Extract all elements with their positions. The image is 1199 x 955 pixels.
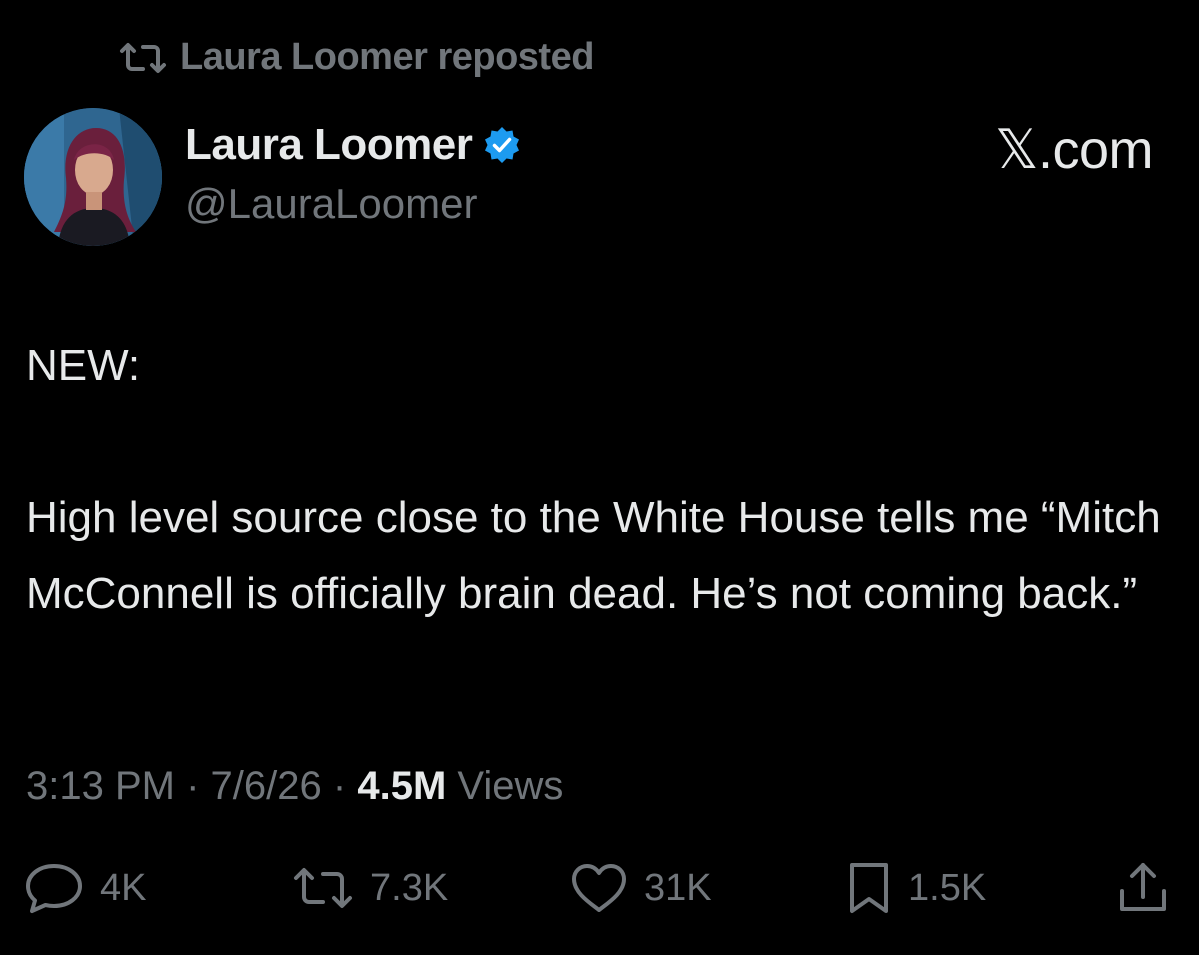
repost-icon [292, 866, 354, 910]
tweet-date[interactable]: 7/6/26 [211, 764, 322, 808]
meta-separator: · [186, 764, 200, 808]
tweet-time[interactable]: 3:13 PM [26, 764, 175, 808]
author-name-row[interactable]: Laura Loomer [185, 120, 522, 170]
views-count: 4.5M [357, 764, 447, 808]
reply-button[interactable]: 4K [24, 858, 146, 918]
reply-icon [24, 862, 84, 914]
tweet-text: NEW: High level source close to the Whit… [26, 328, 1176, 632]
avatar[interactable] [24, 108, 162, 246]
tweet-paragraph: High level source close to the White Hou… [26, 493, 1173, 618]
tweet-paragraph: NEW: [26, 341, 141, 390]
repost-header[interactable]: Laura Loomer reposted [118, 36, 594, 79]
repost-icon [118, 41, 168, 75]
repost-button[interactable]: 7.3K [292, 858, 448, 918]
heart-icon [570, 862, 628, 914]
share-icon [1116, 861, 1170, 915]
bookmark-button[interactable]: 1.5K [846, 858, 986, 918]
like-button[interactable]: 31K [570, 858, 712, 918]
author-handle[interactable]: @LauraLoomer [185, 180, 477, 228]
views-label: Views [457, 764, 564, 808]
tweet-meta: 3:13 PM · 7/6/26 · 4.5M Views [26, 764, 563, 809]
share-button[interactable] [1116, 858, 1170, 918]
reply-count: 4K [100, 866, 147, 909]
repost-label: Laura Loomer reposted [180, 36, 594, 78]
source-logo: 𝕏.com [994, 120, 1154, 180]
repost-count: 7.3K [370, 866, 449, 909]
bookmark-count: 1.5K [908, 866, 987, 909]
bookmark-icon [846, 861, 892, 915]
meta-separator: · [332, 764, 347, 808]
like-count: 31K [644, 866, 712, 909]
verified-badge-icon [482, 125, 522, 165]
action-bar: 4K 7.3K 31K 1.5K [24, 858, 1174, 918]
display-name[interactable]: Laura Loomer [185, 120, 473, 170]
